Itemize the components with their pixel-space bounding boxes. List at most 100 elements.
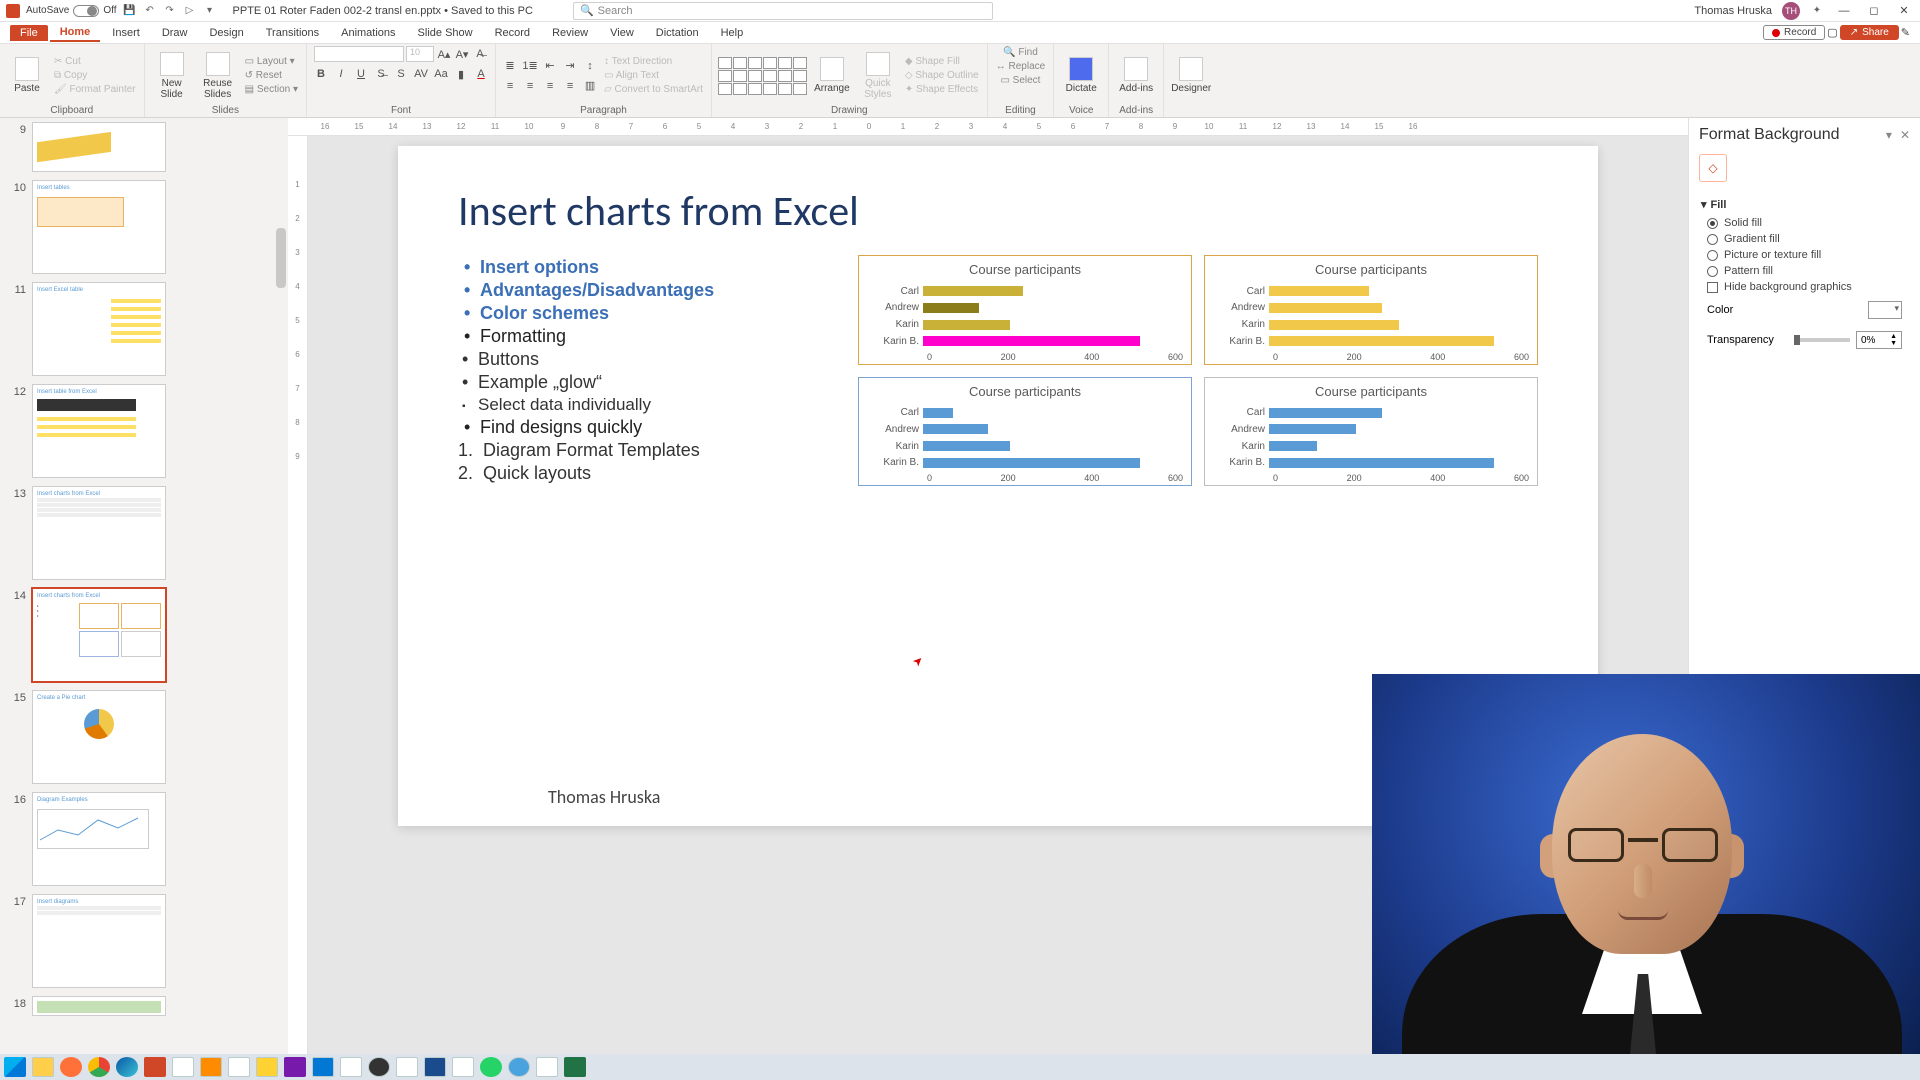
text-direction-button[interactable]: ↕ Text Direction bbox=[602, 55, 705, 68]
tab-slideshow[interactable]: Slide Show bbox=[408, 25, 483, 41]
shadow-icon[interactable]: S bbox=[393, 66, 409, 82]
taskbar-app-icon[interactable] bbox=[424, 1057, 446, 1077]
radio-pattern-fill[interactable]: Pattern fill bbox=[1701, 263, 1908, 279]
from-beginning-icon[interactable]: ▷ bbox=[183, 4, 197, 18]
shape-outline-button[interactable]: ◇ Shape Outline bbox=[903, 69, 981, 82]
replace-button[interactable]: ↔ Replace bbox=[994, 60, 1047, 73]
line-spacing-icon[interactable]: ↕ bbox=[582, 58, 598, 74]
close-button[interactable]: ✕ bbox=[1894, 4, 1914, 17]
align-text-button[interactable]: ▭ Align Text bbox=[602, 69, 705, 82]
highlight-icon[interactable]: ▮ bbox=[453, 66, 469, 82]
section-button[interactable]: ▤ Section ▾ bbox=[243, 83, 300, 96]
taskbar-app-icon[interactable] bbox=[256, 1057, 278, 1077]
thumbnail-slide-9[interactable]: 9 bbox=[4, 122, 280, 172]
slide-text-body[interactable]: Insert options Advantages/Disadvantages … bbox=[458, 255, 838, 486]
tab-view[interactable]: View bbox=[600, 25, 644, 41]
undo-icon[interactable]: ↶ bbox=[143, 4, 157, 18]
paste-button[interactable]: Paste bbox=[6, 55, 48, 96]
columns-icon[interactable]: ▥ bbox=[582, 78, 598, 94]
search-box[interactable]: 🔍 Search bbox=[573, 2, 993, 20]
select-button[interactable]: ▭ Select bbox=[998, 74, 1042, 87]
increase-indent-icon[interactable]: ⇥ bbox=[562, 58, 578, 74]
copy-button[interactable]: ⧉ Copy bbox=[52, 69, 138, 82]
taskbar-app-icon[interactable] bbox=[172, 1057, 194, 1077]
bold-icon[interactable]: B bbox=[313, 66, 329, 82]
radio-gradient-fill[interactable]: Gradient fill bbox=[1701, 231, 1908, 247]
start-button[interactable] bbox=[4, 1057, 26, 1077]
panel-close-icon[interactable]: ✕ bbox=[1900, 128, 1910, 142]
reuse-slides-button[interactable]: Reuse Slides bbox=[197, 50, 239, 102]
user-name[interactable]: Thomas Hruska bbox=[1694, 5, 1772, 17]
record-button[interactable]: Record bbox=[1763, 25, 1825, 40]
taskbar-app-icon[interactable] bbox=[200, 1057, 222, 1077]
tab-help[interactable]: Help bbox=[711, 25, 754, 41]
new-slide-button[interactable]: New Slide bbox=[151, 50, 193, 102]
taskbar-app-icon[interactable] bbox=[368, 1057, 390, 1077]
redo-icon[interactable]: ↷ bbox=[163, 4, 177, 18]
check-hide-bg[interactable]: Hide background graphics bbox=[1701, 279, 1908, 295]
taskbar-app-icon[interactable] bbox=[536, 1057, 558, 1077]
radio-picture-fill[interactable]: Picture or texture fill bbox=[1701, 247, 1908, 263]
increase-font-icon[interactable]: A▴ bbox=[436, 46, 452, 62]
thumbnail-slide-17[interactable]: 17Insert diagrams bbox=[4, 894, 280, 988]
dictate-button[interactable]: Dictate bbox=[1060, 55, 1102, 96]
font-color-icon[interactable]: A bbox=[473, 66, 489, 82]
numbering-icon[interactable]: 1≣ bbox=[522, 58, 538, 74]
arrange-button[interactable]: Arrange bbox=[811, 55, 853, 96]
thumbnail-slide-13[interactable]: 13Insert charts from Excel bbox=[4, 486, 280, 580]
thumbnail-slide-18[interactable]: 18 bbox=[4, 996, 280, 1016]
quick-styles-button[interactable]: Quick Styles bbox=[857, 50, 899, 102]
taskbar-firefox-icon[interactable] bbox=[60, 1057, 82, 1077]
thumbnail-slide-14[interactable]: 14Insert charts from Excel••• bbox=[4, 588, 280, 682]
strike-icon[interactable]: S̶ bbox=[373, 66, 389, 82]
radio-solid-fill[interactable]: Solid fill bbox=[1701, 215, 1908, 231]
windows-taskbar[interactable] bbox=[0, 1054, 1920, 1080]
autosave-switch[interactable] bbox=[73, 5, 99, 17]
color-picker-button[interactable] bbox=[1868, 301, 1902, 319]
underline-icon[interactable]: U bbox=[353, 66, 369, 82]
layout-button[interactable]: ▭ Layout ▾ bbox=[243, 55, 300, 68]
present-teams-icon[interactable]: ▢ bbox=[1827, 26, 1837, 39]
transparency-spinner[interactable]: 0%▲▼ bbox=[1856, 331, 1902, 349]
taskbar-app-icon[interactable] bbox=[312, 1057, 334, 1077]
tab-insert[interactable]: Insert bbox=[102, 25, 150, 41]
maximize-button[interactable]: ◻ bbox=[1864, 4, 1884, 17]
shape-fill-button[interactable]: ◆ Shape Fill bbox=[903, 55, 981, 68]
taskbar-chrome-icon[interactable] bbox=[88, 1057, 110, 1077]
taskbar-app-icon[interactable] bbox=[228, 1057, 250, 1077]
justify-icon[interactable]: ≡ bbox=[562, 78, 578, 94]
transparency-slider[interactable] bbox=[1794, 338, 1850, 342]
decrease-font-icon[interactable]: A▾ bbox=[454, 46, 470, 62]
tab-animations[interactable]: Animations bbox=[331, 25, 405, 41]
tab-file[interactable]: File bbox=[10, 25, 48, 41]
cut-button[interactable]: ✂ Cut bbox=[52, 55, 138, 68]
tab-review[interactable]: Review bbox=[542, 25, 598, 41]
share-button[interactable]: ↗ Share bbox=[1840, 25, 1899, 40]
addins-button[interactable]: Add-ins bbox=[1115, 55, 1157, 96]
thumbnail-slide-12[interactable]: 12Insert table from Excel bbox=[4, 384, 280, 478]
spacing-icon[interactable]: AV bbox=[413, 66, 429, 82]
comments-icon[interactable]: ✎ bbox=[1901, 26, 1910, 39]
align-center-icon[interactable]: ≡ bbox=[522, 78, 538, 94]
taskbar-powerpoint-icon[interactable] bbox=[144, 1057, 166, 1077]
taskbar-app-icon[interactable] bbox=[508, 1057, 530, 1077]
taskbar-onenote-icon[interactable] bbox=[284, 1057, 306, 1077]
format-painter-button[interactable]: 🖌 Format Painter bbox=[52, 83, 138, 96]
fill-section-header[interactable]: ▾ Fill bbox=[1701, 194, 1908, 215]
font-name-box[interactable] bbox=[314, 46, 404, 62]
case-icon[interactable]: Aa bbox=[433, 66, 449, 82]
tab-dictation[interactable]: Dictation bbox=[646, 25, 709, 41]
thumbnails-scrollbar[interactable] bbox=[274, 118, 288, 1054]
tab-record[interactable]: Record bbox=[485, 25, 540, 41]
bullets-icon[interactable]: ≣ bbox=[502, 58, 518, 74]
chart-1[interactable]: Course participantsCarlAndrewKarinKarin … bbox=[858, 255, 1192, 365]
thumbnail-slide-16[interactable]: 16Diagram Examples bbox=[4, 792, 280, 886]
reset-button[interactable]: ↺ Reset bbox=[243, 69, 300, 82]
tab-home[interactable]: Home bbox=[50, 24, 101, 42]
thumbnail-slide-15[interactable]: 15Create a Pie chart bbox=[4, 690, 280, 784]
chart-4[interactable]: Course participantsCarlAndrewKarinKarin … bbox=[1204, 377, 1538, 487]
tab-draw[interactable]: Draw bbox=[152, 25, 198, 41]
designer-button[interactable]: Designer bbox=[1170, 55, 1212, 96]
autosave-toggle[interactable]: AutoSave Off bbox=[26, 5, 117, 17]
tab-transitions[interactable]: Transitions bbox=[256, 25, 329, 41]
